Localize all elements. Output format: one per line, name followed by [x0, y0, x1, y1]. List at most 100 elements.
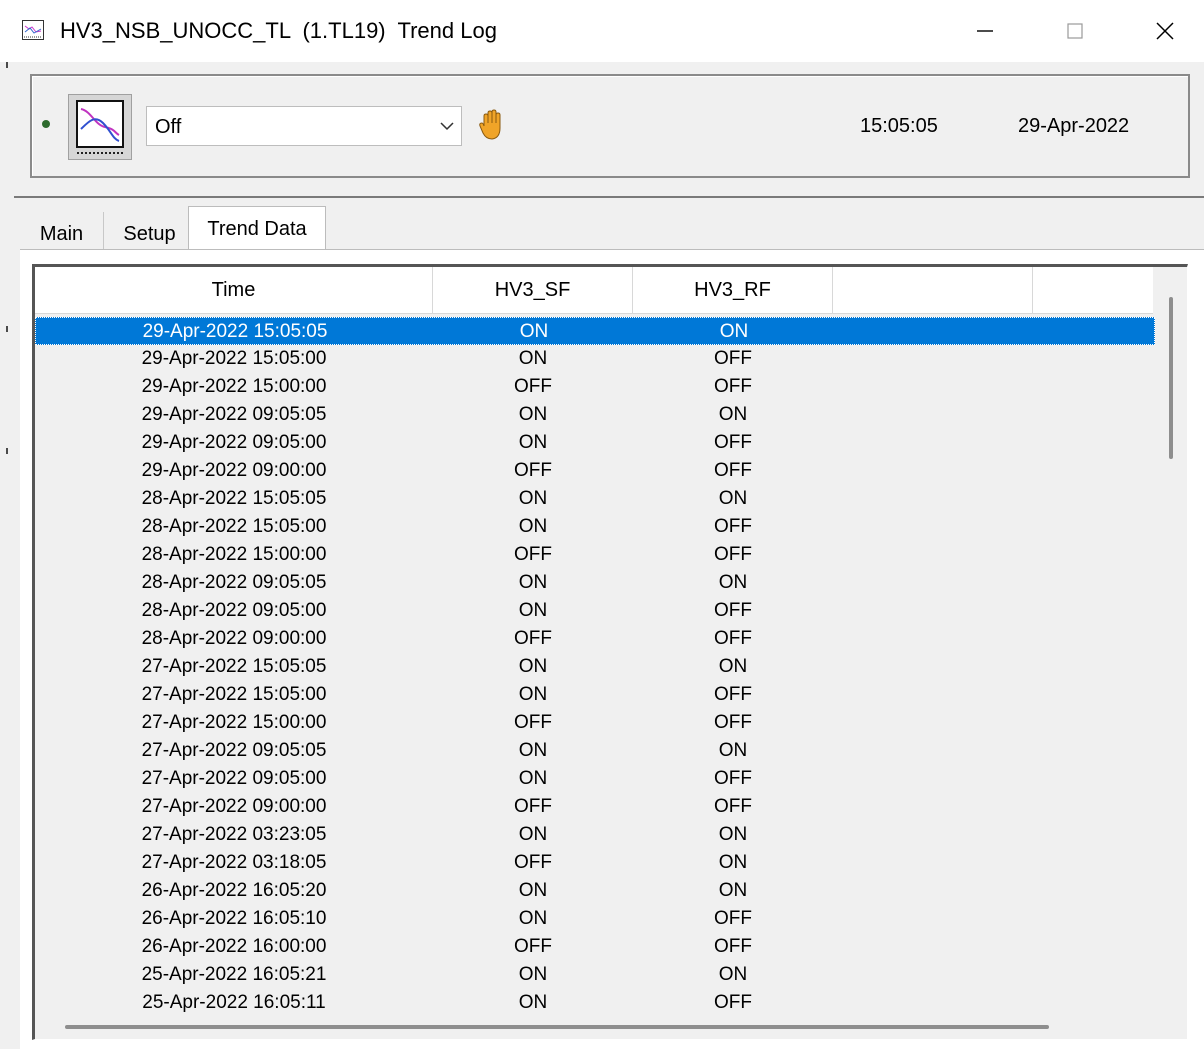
cell-hv3-rf: ON	[718, 880, 748, 901]
cell-hv3-rf: OFF	[714, 628, 752, 649]
header-time: 15:05:05	[860, 115, 938, 137]
cell-hv3-rf: ON	[718, 824, 748, 845]
cell-hv3-rf: OFF	[714, 348, 752, 369]
window-title: HV3_NSB_UNOCC_TL (1.TL19) Trend Log	[60, 18, 497, 43]
cell-time: 28-Apr-2022 09:05:05	[141, 572, 327, 593]
cell-time: 29-Apr-2022 15:05:05	[142, 321, 328, 342]
table-row[interactable]: 27-Apr-2022 03:18:05 OFF ON	[35, 849, 1155, 877]
tab-setup[interactable]: Setup	[104, 212, 196, 250]
cell-hv3-sf: OFF	[514, 852, 552, 873]
cell-hv3-sf: OFF	[514, 628, 552, 649]
cell-time: 26-Apr-2022 16:05:20	[141, 880, 327, 901]
cell-hv3-rf: ON	[718, 404, 748, 425]
close-button[interactable]	[1130, 0, 1200, 62]
window-maximize-icon	[1067, 23, 1083, 39]
table-row[interactable]: 26-Apr-2022 16:00:00 OFF OFF	[35, 933, 1155, 961]
cell-hv3-sf: ON	[518, 992, 548, 1013]
cell-hv3-sf: ON	[519, 321, 549, 342]
table-row[interactable]: 27-Apr-2022 15:00:00 OFF OFF	[35, 709, 1155, 737]
cell-time: 27-Apr-2022 15:05:05	[141, 656, 327, 677]
cell-hv3-sf: OFF	[514, 460, 552, 481]
cell-hv3-sf: ON	[518, 404, 548, 425]
tab-bar: Main Setup Trend Data	[14, 206, 1204, 252]
window-minimize-icon	[977, 30, 993, 32]
window-close-icon	[1156, 22, 1174, 40]
cell-time: 28-Apr-2022 15:05:00	[141, 516, 327, 537]
minimize-button[interactable]	[950, 0, 1020, 62]
cell-hv3-rf: ON	[718, 964, 748, 985]
table-header: Time HV3_SF HV3_RF	[35, 267, 1153, 314]
maximize-button[interactable]	[1040, 0, 1110, 62]
table-row[interactable]: 26-Apr-2022 16:05:20 ON ON	[35, 877, 1155, 905]
trend-data-grid: Time HV3_SF HV3_RF 29-Apr-2022 15:05:05 O…	[32, 264, 1188, 1040]
cell-time: 29-Apr-2022 09:05:05	[141, 404, 327, 425]
column-header-hv3-sf[interactable]: HV3_SF	[433, 267, 633, 313]
table-row[interactable]: 27-Apr-2022 09:00:00 OFF OFF	[35, 793, 1155, 821]
cell-hv3-rf: OFF	[714, 796, 752, 817]
cell-hv3-sf: ON	[518, 572, 548, 593]
table-row[interactable]: 25-Apr-2022 16:05:11 ON OFF	[35, 989, 1155, 1017]
cell-time: 28-Apr-2022 09:00:00	[141, 628, 327, 649]
cell-hv3-rf: OFF	[714, 908, 752, 929]
trend-chart-icon	[68, 94, 132, 160]
cell-hv3-sf: ON	[518, 488, 548, 509]
cell-time: 27-Apr-2022 15:05:00	[141, 684, 327, 705]
horizontal-scrollbar[interactable]	[65, 1025, 1049, 1029]
hand-icon	[479, 109, 501, 140]
table-row[interactable]: 27-Apr-2022 03:23:05 ON ON	[35, 821, 1155, 849]
cell-time: 26-Apr-2022 16:00:00	[141, 936, 327, 957]
cell-hv3-sf: ON	[518, 432, 548, 453]
table-row[interactable]: 25-Apr-2022 16:05:21 ON ON	[35, 961, 1155, 989]
cell-hv3-sf: ON	[518, 600, 548, 621]
cell-hv3-sf: ON	[518, 656, 548, 677]
manual-override-button[interactable]	[474, 106, 510, 144]
table-row[interactable]: 29-Apr-2022 15:00:00 OFF OFF	[35, 373, 1155, 401]
cell-hv3-sf: ON	[518, 824, 548, 845]
cell-hv3-rf: OFF	[714, 600, 752, 621]
cell-hv3-sf: ON	[518, 880, 548, 901]
cell-hv3-sf: ON	[518, 684, 548, 705]
cell-hv3-rf: ON	[719, 321, 749, 342]
table-row[interactable]: 28-Apr-2022 15:05:00 ON OFF	[35, 513, 1155, 541]
cell-hv3-rf: OFF	[714, 768, 752, 789]
header-date: 29-Apr-2022	[1018, 115, 1130, 137]
cell-hv3-rf: ON	[718, 572, 748, 593]
table-row[interactable]: 27-Apr-2022 09:05:05 ON ON	[35, 737, 1155, 765]
cell-hv3-rf: OFF	[714, 992, 752, 1013]
cell-time: 28-Apr-2022 09:05:00	[141, 600, 327, 621]
table-row[interactable]: 28-Apr-2022 15:00:00 OFF OFF	[35, 541, 1155, 569]
column-header-time[interactable]: Time	[35, 267, 433, 313]
cell-hv3-sf: ON	[518, 908, 548, 929]
table-row[interactable]: 26-Apr-2022 16:05:10 ON OFF	[35, 905, 1155, 933]
table-row[interactable]: 27-Apr-2022 09:05:00 ON OFF	[35, 765, 1155, 793]
table-row[interactable]: 27-Apr-2022 15:05:00 ON OFF	[35, 681, 1155, 709]
table-row[interactable]: 29-Apr-2022 09:05:05 ON ON	[35, 401, 1155, 429]
vertical-scrollbar[interactable]	[1169, 297, 1173, 459]
table-row[interactable]: 28-Apr-2022 09:05:05 ON ON	[35, 569, 1155, 597]
table-row[interactable]: 29-Apr-2022 15:05:00 ON OFF	[35, 345, 1155, 373]
column-header-empty[interactable]	[833, 267, 1033, 313]
cell-hv3-sf: OFF	[514, 936, 552, 957]
tab-main[interactable]: Main	[20, 212, 104, 250]
cell-time: 28-Apr-2022 15:05:05	[141, 488, 327, 509]
cell-hv3-rf: OFF	[714, 936, 752, 957]
tab-trend-data[interactable]: Trend Data	[188, 206, 326, 252]
trend-log-window: Off 15:05:05 29-Apr-2022 Main Setup Tren…	[14, 62, 1204, 1050]
table-row[interactable]: 27-Apr-2022 15:05:05 ON ON	[35, 653, 1155, 681]
status-dot-icon	[42, 120, 50, 128]
cell-hv3-rf: OFF	[714, 516, 752, 537]
column-header-hv3-rf[interactable]: HV3_RF	[633, 267, 833, 313]
mode-dropdown[interactable]: Off	[146, 106, 462, 146]
cell-hv3-sf: ON	[518, 768, 548, 789]
title-bar: HV3_NSB_UNOCC_TL (1.TL19) Trend Log	[0, 0, 1204, 62]
table-row[interactable]: 29-Apr-2022 09:00:00 OFF OFF	[35, 457, 1155, 485]
table-row[interactable]: 28-Apr-2022 09:05:00 ON OFF	[35, 597, 1155, 625]
cell-time: 28-Apr-2022 15:00:00	[141, 544, 327, 565]
table-row[interactable]: 29-Apr-2022 09:05:00 ON OFF	[35, 429, 1155, 457]
trend-data-panel: Time HV3_SF HV3_RF 29-Apr-2022 15:05:05 O…	[20, 249, 1204, 1050]
table-row[interactable]: 28-Apr-2022 09:00:00 OFF OFF	[35, 625, 1155, 653]
divider	[14, 196, 1204, 198]
table-row[interactable]: 29-Apr-2022 15:05:05 ON ON	[35, 317, 1155, 345]
table-row[interactable]: 28-Apr-2022 15:05:05 ON ON	[35, 485, 1155, 513]
cell-time: 27-Apr-2022 03:18:05	[141, 852, 327, 873]
